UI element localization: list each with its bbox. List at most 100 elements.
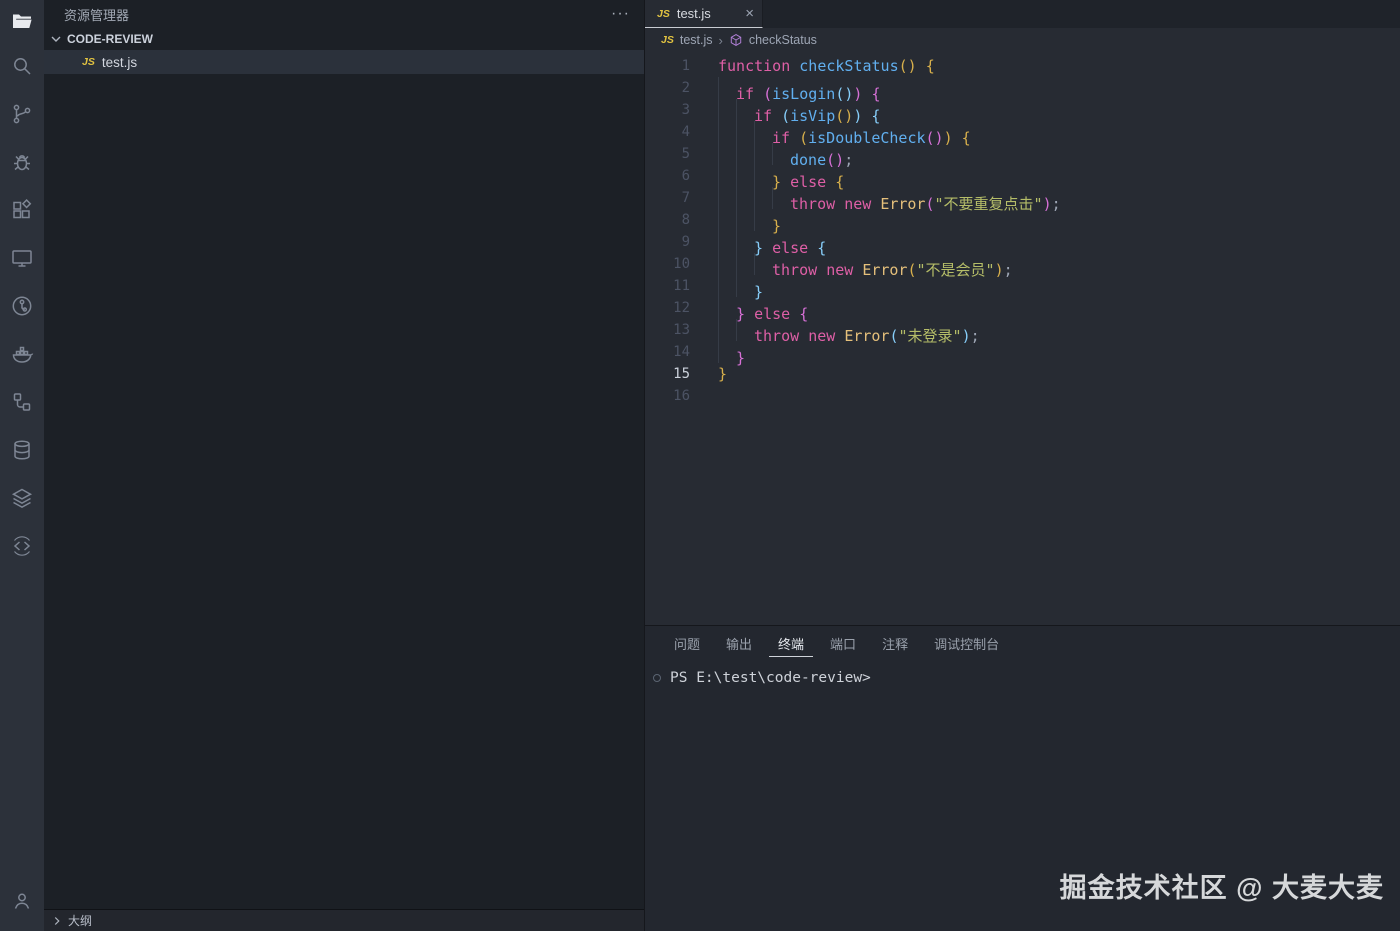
indent-guide xyxy=(736,143,754,165)
extensions-icon[interactable] xyxy=(0,186,44,234)
breadcrumb: JS test.js › checkStatus xyxy=(645,28,1400,52)
js-file-icon: JS xyxy=(82,56,95,68)
panel-tab-注释[interactable]: 注释 xyxy=(873,629,917,657)
search-icon[interactable] xyxy=(0,42,44,90)
code-token: ; xyxy=(844,151,854,169)
line-content: } else { xyxy=(718,297,808,323)
command-decoration-icon xyxy=(653,674,661,682)
code-line[interactable]: 6} else { xyxy=(645,165,1400,191)
indent-guide xyxy=(754,143,772,165)
section-header-code-review[interactable]: CODE-REVIEW xyxy=(44,28,644,50)
database-icon[interactable] xyxy=(0,426,44,474)
tab-testjs[interactable]: JS test.js × xyxy=(645,0,763,28)
line-number[interactable]: 7 xyxy=(645,187,718,209)
indent-guide xyxy=(736,253,754,275)
breadcrumb-symbol[interactable]: checkStatus xyxy=(749,33,817,47)
code-token: ) xyxy=(943,129,953,147)
line-number[interactable]: 9 xyxy=(645,231,718,253)
code-editor[interactable]: 1 function checkStatus() {2 if (isLogin())… xyxy=(645,52,1400,625)
run-debug-icon[interactable] xyxy=(0,138,44,186)
code-line[interactable]: 16 xyxy=(645,385,1400,407)
git-graph-icon[interactable] xyxy=(0,282,44,330)
line-number[interactable]: 4 xyxy=(645,121,718,143)
code-line[interactable]: 13 throw new Error("未登录"); xyxy=(645,319,1400,345)
line-number[interactable]: 5 xyxy=(645,143,718,165)
code-sync-icon[interactable] xyxy=(0,522,44,570)
indent-guide xyxy=(736,99,754,121)
line-number[interactable]: 6 xyxy=(645,165,718,187)
panel-tab-终端[interactable]: 终端 xyxy=(769,629,814,657)
code-token: ( xyxy=(925,195,935,213)
file-row-testjs[interactable]: JS test.js xyxy=(44,50,644,74)
explorer-icon[interactable] xyxy=(0,0,44,42)
chevron-down-icon xyxy=(51,36,61,42)
source-control-icon[interactable] xyxy=(0,90,44,138)
line-number[interactable]: 11 xyxy=(645,275,718,297)
code-line[interactable]: 7 throw new Error("不要重复点击"); xyxy=(645,187,1400,213)
indent-guide xyxy=(718,275,736,297)
line-number[interactable]: 15 xyxy=(645,363,718,385)
code-line[interactable]: 10 throw new Error("不是会员"); xyxy=(645,253,1400,279)
panel-tab-调试控制台[interactable]: 调试控制台 xyxy=(925,629,1008,657)
panel-tab-问题[interactable]: 问题 xyxy=(665,629,709,657)
code-line[interactable]: 9} else { xyxy=(645,231,1400,257)
line-number[interactable]: 12 xyxy=(645,297,718,319)
docker-icon[interactable] xyxy=(0,330,44,378)
panel-tab-输出[interactable]: 输出 xyxy=(717,629,761,657)
code-line[interactable]: 3 if (isVip()) { xyxy=(645,99,1400,125)
line-number[interactable]: 3 xyxy=(645,99,718,121)
indent-guide xyxy=(718,231,736,253)
code-token: { xyxy=(961,129,971,147)
code-line[interactable]: 5 done(); xyxy=(645,143,1400,169)
indent-guide xyxy=(754,187,772,209)
code-line[interactable]: 15} xyxy=(645,363,1400,385)
code-token: "未登录" xyxy=(898,327,962,345)
code-token: Error xyxy=(862,261,908,279)
code-token: () xyxy=(925,129,944,147)
breadcrumb-file[interactable]: test.js xyxy=(680,33,713,47)
code-line[interactable]: 12} else { xyxy=(645,297,1400,323)
tab-bar: JS test.js × xyxy=(645,0,1400,28)
line-number[interactable]: 16 xyxy=(645,385,718,407)
line-number[interactable]: 10 xyxy=(645,253,718,275)
indent-guide xyxy=(736,165,754,187)
code-token: ( xyxy=(907,261,917,279)
line-content: } xyxy=(718,363,727,385)
indent-guide xyxy=(718,121,736,143)
close-icon[interactable]: × xyxy=(745,5,754,22)
line-number[interactable]: 14 xyxy=(645,341,718,363)
line-number[interactable]: 1 xyxy=(645,55,718,77)
panel-tab-端口[interactable]: 端口 xyxy=(821,629,865,657)
account-icon[interactable] xyxy=(0,877,44,925)
line-number[interactable]: 8 xyxy=(645,209,718,231)
code-token: "不是会员" xyxy=(916,261,995,279)
line-number[interactable]: 13 xyxy=(645,319,718,341)
line-number[interactable]: 2 xyxy=(645,77,718,99)
outline-section-header[interactable]: 大纲 xyxy=(44,909,644,931)
code-token: } xyxy=(736,349,746,367)
indent-guide xyxy=(754,253,772,275)
terminal[interactable]: PS E:\test\code-review> xyxy=(645,670,1400,686)
indent-guide xyxy=(754,121,772,143)
code-line[interactable]: 1 function checkStatus() { xyxy=(645,55,1400,77)
indent-guide xyxy=(718,165,736,187)
line-content: done(); xyxy=(718,143,853,169)
layers-icon[interactable] xyxy=(0,474,44,522)
code-line[interactable]: 4 if (isDoubleCheck()) { xyxy=(645,121,1400,147)
code-token: Error xyxy=(844,327,890,345)
file-tree-empty-area xyxy=(44,74,644,909)
indent-guide xyxy=(718,187,736,209)
code-line[interactable]: 2 if (isLogin()) { xyxy=(645,77,1400,103)
remote-explorer-icon[interactable] xyxy=(0,234,44,282)
terminal-prompt: PS E:\test\code-review> xyxy=(670,670,871,686)
more-actions-icon[interactable]: ··· xyxy=(611,5,630,23)
indent-guide xyxy=(754,165,772,187)
flow-icon[interactable] xyxy=(0,378,44,426)
code-line[interactable]: 11} xyxy=(645,275,1400,301)
code-token: ) xyxy=(1042,195,1052,213)
line-content: if (isLogin()) { xyxy=(718,77,881,103)
indent-guide xyxy=(736,319,754,341)
